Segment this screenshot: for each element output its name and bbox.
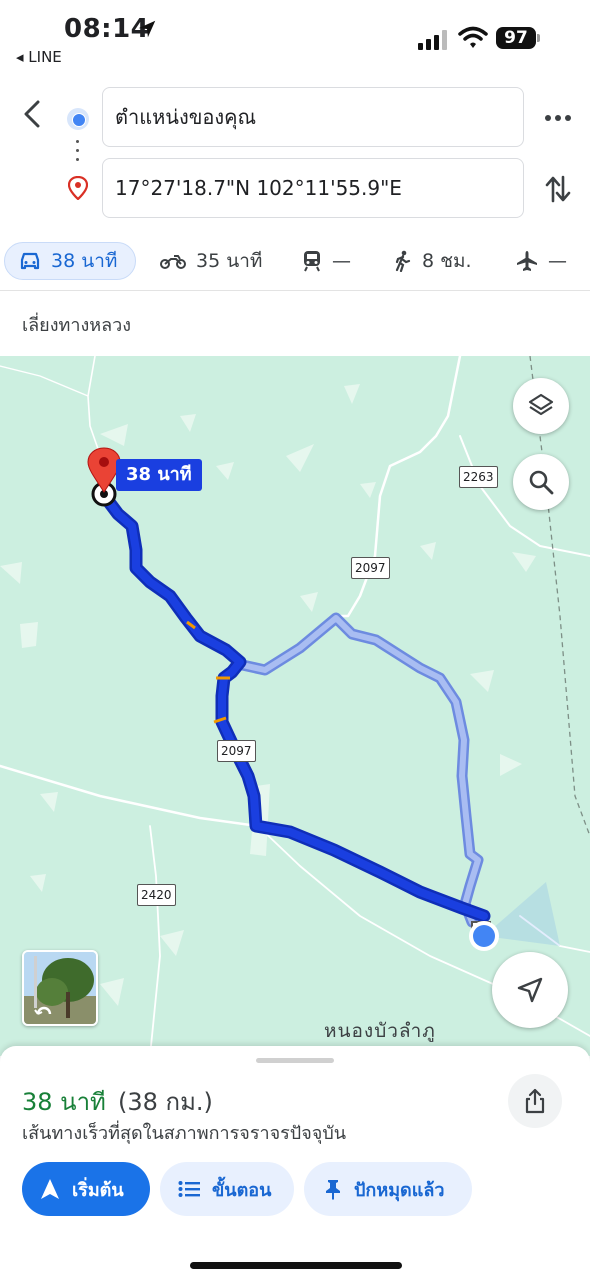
map-search-button[interactable]	[513, 454, 569, 510]
share-icon	[525, 1088, 545, 1114]
destination-field[interactable]: 17°27'18.7"N 102°11'55.9"E	[102, 158, 524, 218]
back-arrow-icon[interactable]	[18, 96, 48, 132]
tab-driving-label: 38 นาที	[51, 250, 118, 272]
start-navigation-button[interactable]: เริ่มต้น	[22, 1162, 150, 1216]
steps-label: ขั้นตอน	[212, 1179, 272, 1201]
map-view[interactable]: 38 นาที 2263 2097 2097 2420 หนองบัวลำภู	[0, 356, 590, 1056]
route-connector-icon	[76, 140, 80, 166]
layers-button[interactable]	[513, 378, 569, 434]
road-shield-2097-north: 2097	[351, 557, 390, 579]
route-eta-chip[interactable]: 38 นาที	[116, 459, 202, 491]
swap-directions-icon[interactable]	[544, 174, 572, 204]
walk-icon	[395, 250, 411, 272]
tab-flights[interactable]: —	[516, 242, 567, 280]
primary-route-outline	[99, 491, 491, 923]
origin-dot-icon	[67, 108, 89, 130]
battery-tip	[537, 34, 540, 42]
destination-pin-icon	[68, 176, 88, 200]
back-to-app-link[interactable]: ◂ LINE	[16, 48, 62, 66]
travel-mode-tabs: 38 นาที 35 นาที — 8 ชม. —	[0, 236, 590, 288]
sheet-grab-handle[interactable]	[256, 1058, 334, 1063]
road-shield-2420: 2420	[137, 884, 176, 906]
plane-icon	[517, 251, 537, 271]
route-distance: (38 กม.)	[118, 1088, 213, 1116]
route-options-link[interactable]: เลี่ยงทางหลวง	[22, 310, 131, 339]
primary-route[interactable]	[102, 494, 488, 920]
tab-transit-label: —	[332, 250, 351, 272]
maps-app: 08:14 ◂ LINE 97 ตำแหน่งของคุณ 17°27'18.7…	[0, 0, 590, 1280]
recenter-button[interactable]	[492, 952, 568, 1028]
car-icon	[20, 252, 40, 270]
route-description: เส้นทางเร็วที่สุดในสภาพการจราจรปัจจุบัน	[22, 1123, 347, 1144]
tab-walking-label: 8 ชม.	[422, 250, 472, 272]
street-view-thumbnail[interactable]	[22, 950, 98, 1026]
layers-icon	[528, 393, 554, 416]
alternate-route[interactable]	[235, 615, 481, 925]
road-shield-2263: 2263	[459, 466, 498, 488]
route-duration: 38 นาที	[22, 1088, 106, 1116]
list-icon	[178, 1181, 200, 1197]
tab-motorcycle-label: 35 นาที	[196, 250, 263, 272]
battery-level: 97	[496, 27, 536, 49]
train-icon	[304, 251, 320, 272]
pinned-button[interactable]: ปักหมุดแล้ว	[304, 1162, 472, 1216]
tab-flights-label: —	[548, 250, 567, 272]
navigation-start-icon	[41, 1179, 59, 1199]
home-indicator[interactable]	[190, 1262, 402, 1269]
place-label: หนองบัวลำภู	[324, 1020, 436, 1042]
header-divider	[0, 290, 590, 291]
motorcycle-icon	[160, 255, 186, 269]
search-icon	[529, 470, 554, 495]
tab-transit[interactable]: —	[302, 242, 351, 280]
origin-field[interactable]: ตำแหน่งของคุณ	[102, 87, 524, 147]
navigation-arrow-icon	[517, 977, 543, 1003]
route-summary-sheet: 38 นาที (38 กม.) เส้นทางเร็วที่สุดในสภาพ…	[0, 1046, 590, 1280]
share-button[interactable]	[508, 1074, 562, 1128]
start-label: เริ่มต้น	[72, 1179, 124, 1201]
cellular-signal-icon	[418, 30, 447, 50]
more-options-icon[interactable]	[544, 114, 572, 122]
tab-motorcycle[interactable]: 35 นาที	[160, 242, 262, 280]
steps-button[interactable]: ขั้นตอน	[160, 1162, 294, 1216]
road-shield-2097-south: 2097	[217, 740, 256, 762]
directions-header: ตำแหน่งของคุณ 17°27'18.7"N 102°11'55.9"E…	[0, 74, 590, 356]
tab-walking[interactable]: 8 ชม.	[394, 242, 472, 280]
status-bar: 08:14 ◂ LINE 97	[0, 0, 590, 74]
tab-driving[interactable]: 38 นาที	[4, 242, 136, 280]
location-services-icon	[138, 20, 156, 38]
wifi-icon	[458, 26, 488, 48]
pin-icon	[326, 1180, 340, 1200]
pinned-label: ปักหมุดแล้ว	[354, 1179, 445, 1201]
